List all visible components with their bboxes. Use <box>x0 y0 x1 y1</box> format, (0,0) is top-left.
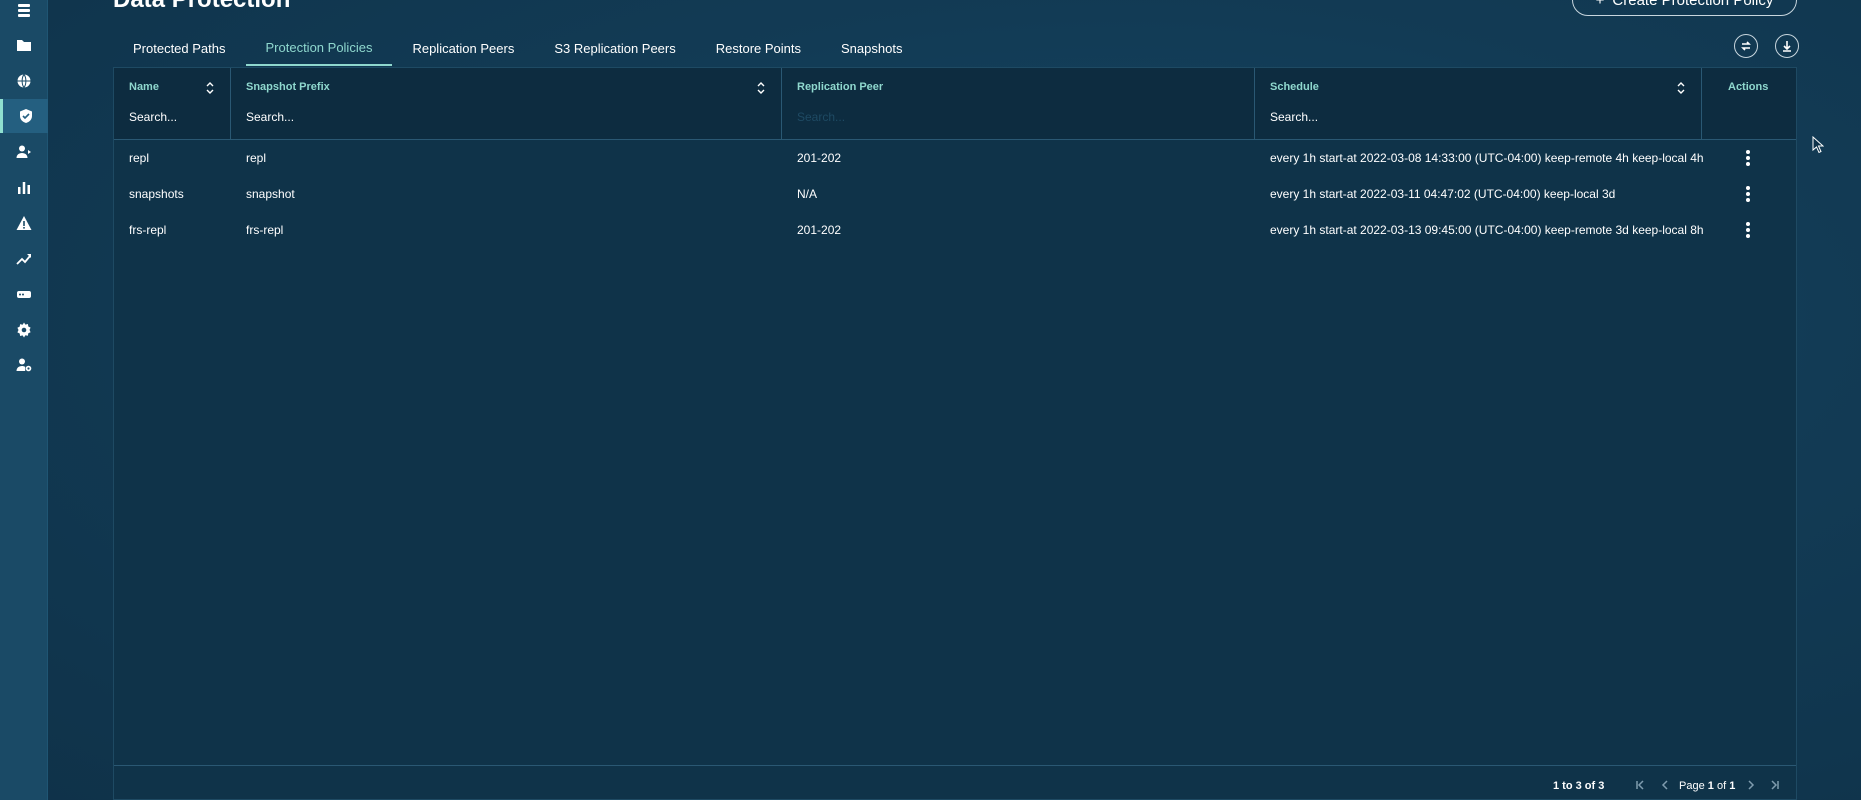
row-actions-menu-icon[interactable] <box>1739 149 1757 167</box>
cell-prefix: frs-repl <box>246 223 284 237</box>
table-row[interactable]: frs-repl frs-repl 201-202 every 1h start… <box>114 212 1796 248</box>
first-page-icon <box>1636 780 1644 790</box>
column-title: Snapshot Prefix <box>246 81 330 93</box>
sidebar-item-settings[interactable] <box>0 313 48 347</box>
tab-protected-paths[interactable]: Protected Paths <box>113 30 246 66</box>
refresh-button[interactable] <box>1734 34 1758 58</box>
chevron-left-icon <box>1661 780 1668 790</box>
create-protection-policy-button[interactable]: + Create Protection Policy <box>1572 0 1797 16</box>
cell-prefix: repl <box>246 151 267 165</box>
sidebar-item-files[interactable] <box>0 28 48 62</box>
user-share-icon <box>16 145 31 158</box>
sidebar-item-network[interactable] <box>0 64 48 98</box>
refresh-icon <box>1741 41 1751 51</box>
cell-peer: 201-202 <box>797 223 842 237</box>
sidebar-item-dashboard[interactable] <box>0 0 48 27</box>
list-icon <box>18 4 30 17</box>
column-name: Name <box>114 68 231 140</box>
page-title: Data Protection <box>113 0 290 14</box>
cell-name: frs-repl <box>129 223 167 237</box>
column-schedule: Schedule <box>1255 68 1702 140</box>
row-count-summary: 1 to 3 of 3 <box>1553 780 1605 792</box>
table-row[interactable]: snapshots snapshot N/A every 1h start-at… <box>114 176 1796 212</box>
first-page-button[interactable] <box>1633 778 1647 792</box>
bar-chart-icon <box>18 182 30 194</box>
cell-schedule: every 1h start-at 2022-03-08 14:33:00 (U… <box>1270 151 1704 165</box>
sidebar <box>0 0 48 800</box>
column-actions: Actions <box>1702 68 1796 140</box>
download-icon <box>1783 41 1791 52</box>
last-page-icon <box>1771 780 1779 790</box>
name-search-input[interactable] <box>129 108 215 126</box>
sort-icon[interactable] <box>756 81 766 94</box>
cell-peer: 201-202 <box>797 151 842 165</box>
tab-bar: Protected Paths Protection Policies Repl… <box>113 30 922 66</box>
sidebar-item-data-protection[interactable] <box>0 99 48 133</box>
next-page-button[interactable] <box>1744 778 1758 792</box>
column-title: Actions <box>1728 81 1769 93</box>
chevron-right-icon <box>1748 780 1755 790</box>
tab-replication-peers[interactable]: Replication Peers <box>392 30 534 66</box>
sidebar-item-admin[interactable] <box>0 348 48 382</box>
snapshot-prefix-search-input[interactable] <box>246 108 766 126</box>
create-button-label: Create Protection Policy <box>1612 0 1774 9</box>
cell-schedule: every 1h start-at 2022-03-11 04:47:02 (U… <box>1270 187 1616 201</box>
trend-icon <box>16 254 31 265</box>
pagination-bar: 1 to 3 of 3 Page 1 of 1 <box>114 765 1796 799</box>
sidebar-item-alerts[interactable] <box>0 206 48 240</box>
drive-icon <box>17 291 31 298</box>
globe-icon <box>17 74 31 88</box>
sidebar-item-analytics[interactable] <box>0 170 48 204</box>
page-indicator: Page 1 of 1 <box>1679 780 1736 792</box>
tab-protection-policies[interactable]: Protection Policies <box>245 30 393 66</box>
column-title: Schedule <box>1270 81 1319 93</box>
mouse-cursor-icon <box>1812 135 1825 154</box>
download-button[interactable] <box>1775 34 1799 58</box>
row-actions-menu-icon[interactable] <box>1739 185 1757 203</box>
column-replication-peer: Replication Peer <box>782 68 1255 140</box>
last-page-button[interactable] <box>1768 778 1782 792</box>
table-header: Name Snapshot Prefix Replication Peer Sc… <box>114 68 1796 140</box>
sort-icon[interactable] <box>205 81 215 94</box>
column-title: Replication Peer <box>797 81 884 93</box>
replication-peer-search-input[interactable] <box>797 108 1239 126</box>
sort-icon[interactable] <box>1676 81 1686 94</box>
tab-s3-replication-peers[interactable]: S3 Replication Peers <box>534 30 695 66</box>
cell-prefix: snapshot <box>246 187 295 201</box>
row-actions-menu-icon[interactable] <box>1739 221 1757 239</box>
protection-policies-table: Name Snapshot Prefix Replication Peer Sc… <box>113 67 1797 800</box>
gear-icon <box>17 322 31 338</box>
sidebar-item-storage[interactable] <box>0 277 48 311</box>
tab-restore-points[interactable]: Restore Points <box>696 30 821 66</box>
schedule-search-input[interactable] <box>1270 108 1686 126</box>
warning-icon <box>16 216 32 230</box>
cell-name: snapshots <box>129 187 184 201</box>
sidebar-item-performance[interactable] <box>0 241 48 275</box>
column-title: Name <box>129 81 159 93</box>
column-snapshot-prefix: Snapshot Prefix <box>231 68 782 140</box>
cell-name: repl <box>129 151 150 165</box>
prev-page-button[interactable] <box>1658 778 1672 792</box>
tab-snapshots[interactable]: Snapshots <box>821 30 922 66</box>
folder-icon <box>17 40 31 51</box>
shield-icon <box>19 109 32 123</box>
sidebar-item-users[interactable] <box>0 135 48 169</box>
user-gear-icon <box>16 358 32 372</box>
table-row[interactable]: repl repl 201-202 every 1h start-at 2022… <box>114 140 1796 176</box>
cell-peer: N/A <box>797 187 818 201</box>
plus-icon: + <box>1595 0 1605 9</box>
cell-schedule: every 1h start-at 2022-03-13 09:45:00 (U… <box>1270 223 1704 237</box>
